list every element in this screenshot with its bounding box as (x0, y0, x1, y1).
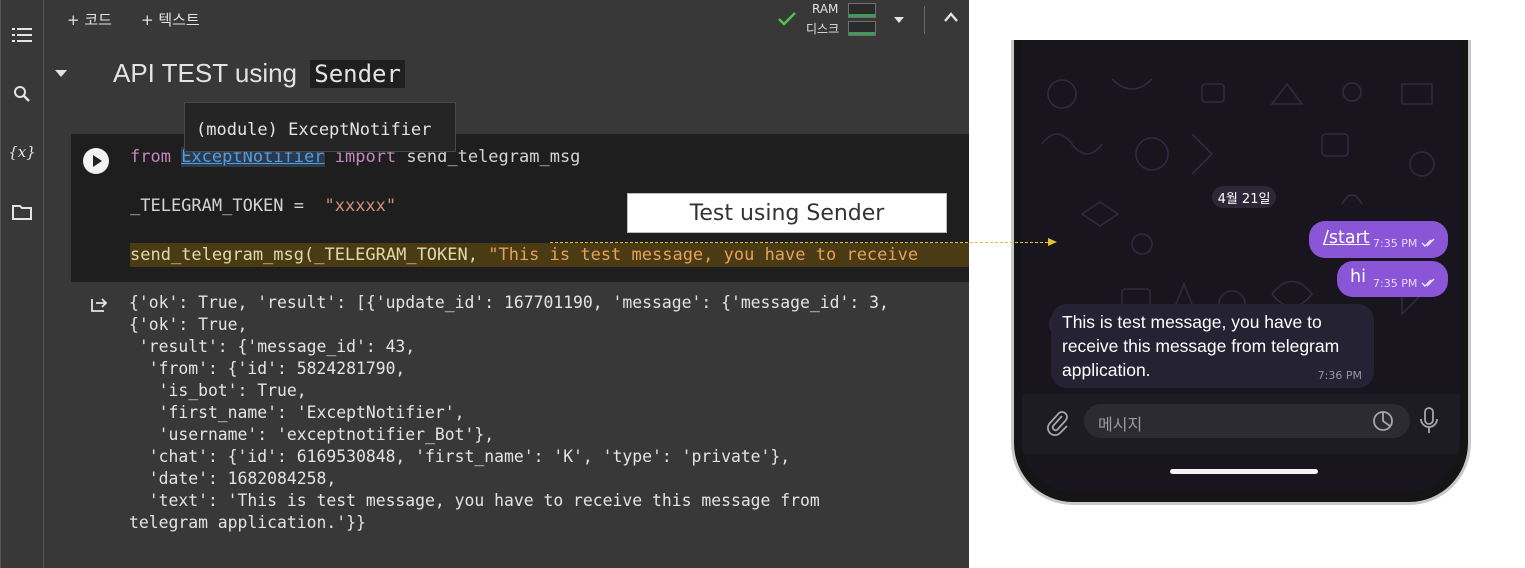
message-input-bar: 메시지 (1022, 394, 1460, 454)
arrow-head (1048, 238, 1057, 246)
message-time: 7:35 PM (1373, 277, 1418, 290)
ram-label: RAM (812, 2, 839, 16)
chevron-up-icon[interactable] (943, 11, 959, 23)
output-line: {'ok': True, (129, 315, 248, 334)
output-line: 'from': {'id': 5824281790, (129, 359, 406, 378)
read-receipt-icon (1421, 238, 1435, 247)
message-text[interactable]: /start (1323, 228, 1370, 248)
output-line: telegram application.'}} (129, 513, 366, 532)
add-text-button[interactable]: + 텍스트 (141, 9, 200, 30)
toolbar-divider (924, 6, 925, 34)
outgoing-message-start[interactable]: /start 7:35 PM (1309, 221, 1448, 258)
send-call: send_telegram_msg(_TELEGRAM_TOKEN, (130, 245, 489, 265)
message-text: hi (1350, 267, 1366, 287)
code-line-send[interactable]: send_telegram_msg(_TELEGRAM_TOKEN, "This… (130, 245, 918, 265)
output-line: {'ok': True, 'result': [{'update_id': 16… (129, 293, 889, 312)
output-line: 'is_bot': True, (129, 381, 307, 400)
sticker-icon[interactable] (1372, 410, 1394, 432)
date-separator: 4월 21일 (1212, 186, 1276, 208)
check-icon (778, 12, 796, 26)
token-value: "xxxxx" (324, 196, 397, 216)
output-line: 'result': {'message_id': 43, (129, 337, 416, 356)
hover-tooltip: (module) ExceptNotifier (184, 102, 456, 152)
message-time: 7:35 PM (1373, 237, 1418, 250)
variables-icon[interactable]: {x} (8, 140, 36, 164)
send-argument: "This is test message, you have to recei… (488, 245, 919, 265)
output-line: 'username': 'exceptnotifier_Bot'}, (129, 425, 495, 444)
read-receipt-icon (1421, 278, 1435, 287)
output-line: 'chat': {'id': 6169530848, 'first_name':… (129, 447, 791, 466)
section-title-code: Sender (310, 60, 405, 88)
incoming-message[interactable]: This is test message, you have to receiv… (1051, 304, 1374, 388)
section-title: API TEST using Sender (113, 58, 405, 89)
annotation-label: Test using Sender (627, 193, 947, 233)
output-line: 'first_name': 'ExceptNotifier', (129, 403, 465, 422)
add-code-button[interactable]: + 코드 (67, 9, 112, 30)
keyword-from: from (130, 147, 171, 167)
attach-icon[interactable] (1046, 410, 1070, 436)
left-sidebar: {x} (0, 0, 44, 568)
search-icon[interactable] (9, 82, 35, 106)
chevron-down-icon[interactable] (894, 17, 904, 23)
phone-frame: 4월 21일 /start 7:35 PM hi 7:35 PM This is… (1011, 40, 1471, 505)
tooltip-text: (module) ExceptNotifier (196, 120, 432, 140)
cell-output: {'ok': True, 'result': [{'update_id': 16… (129, 292, 969, 534)
annotation-arrow (550, 242, 1048, 243)
input-placeholder: 메시지 (1098, 415, 1143, 434)
collapse-section-icon[interactable] (55, 70, 67, 77)
folder-icon[interactable] (9, 200, 35, 224)
home-indicator (1170, 469, 1318, 474)
output-line: 'date': 1682084258, (129, 469, 337, 488)
microphone-icon[interactable] (1418, 406, 1440, 436)
ram-meter[interactable] (848, 3, 876, 18)
code-line-token[interactable]: _TELEGRAM_TOKEN = "xxxxx" (130, 196, 396, 216)
outgoing-message-hi[interactable]: hi 7:35 PM (1337, 261, 1448, 297)
disk-meter[interactable] (848, 21, 876, 36)
output-icon[interactable] (90, 296, 108, 314)
section-title-text: API TEST using (113, 58, 305, 88)
message-time: 7:36 PM (1317, 369, 1362, 382)
section-header: API TEST using Sender (43, 50, 969, 100)
colab-notebook: {x} + 코드 + 텍스트 RAM 디스크 API TEST using Se… (0, 0, 969, 568)
play-icon[interactable] (83, 148, 109, 174)
output-line: 'text': 'This is test message, you have … (129, 491, 820, 510)
telegram-chat-screen: 4월 21일 /start 7:35 PM hi 7:35 PM This is… (1022, 40, 1460, 492)
token-variable: _TELEGRAM_TOKEN = (130, 196, 315, 216)
menu-icon[interactable] (9, 23, 35, 47)
message-input[interactable]: 메시지 (1084, 404, 1410, 438)
disk-label: 디스크 (806, 22, 840, 36)
